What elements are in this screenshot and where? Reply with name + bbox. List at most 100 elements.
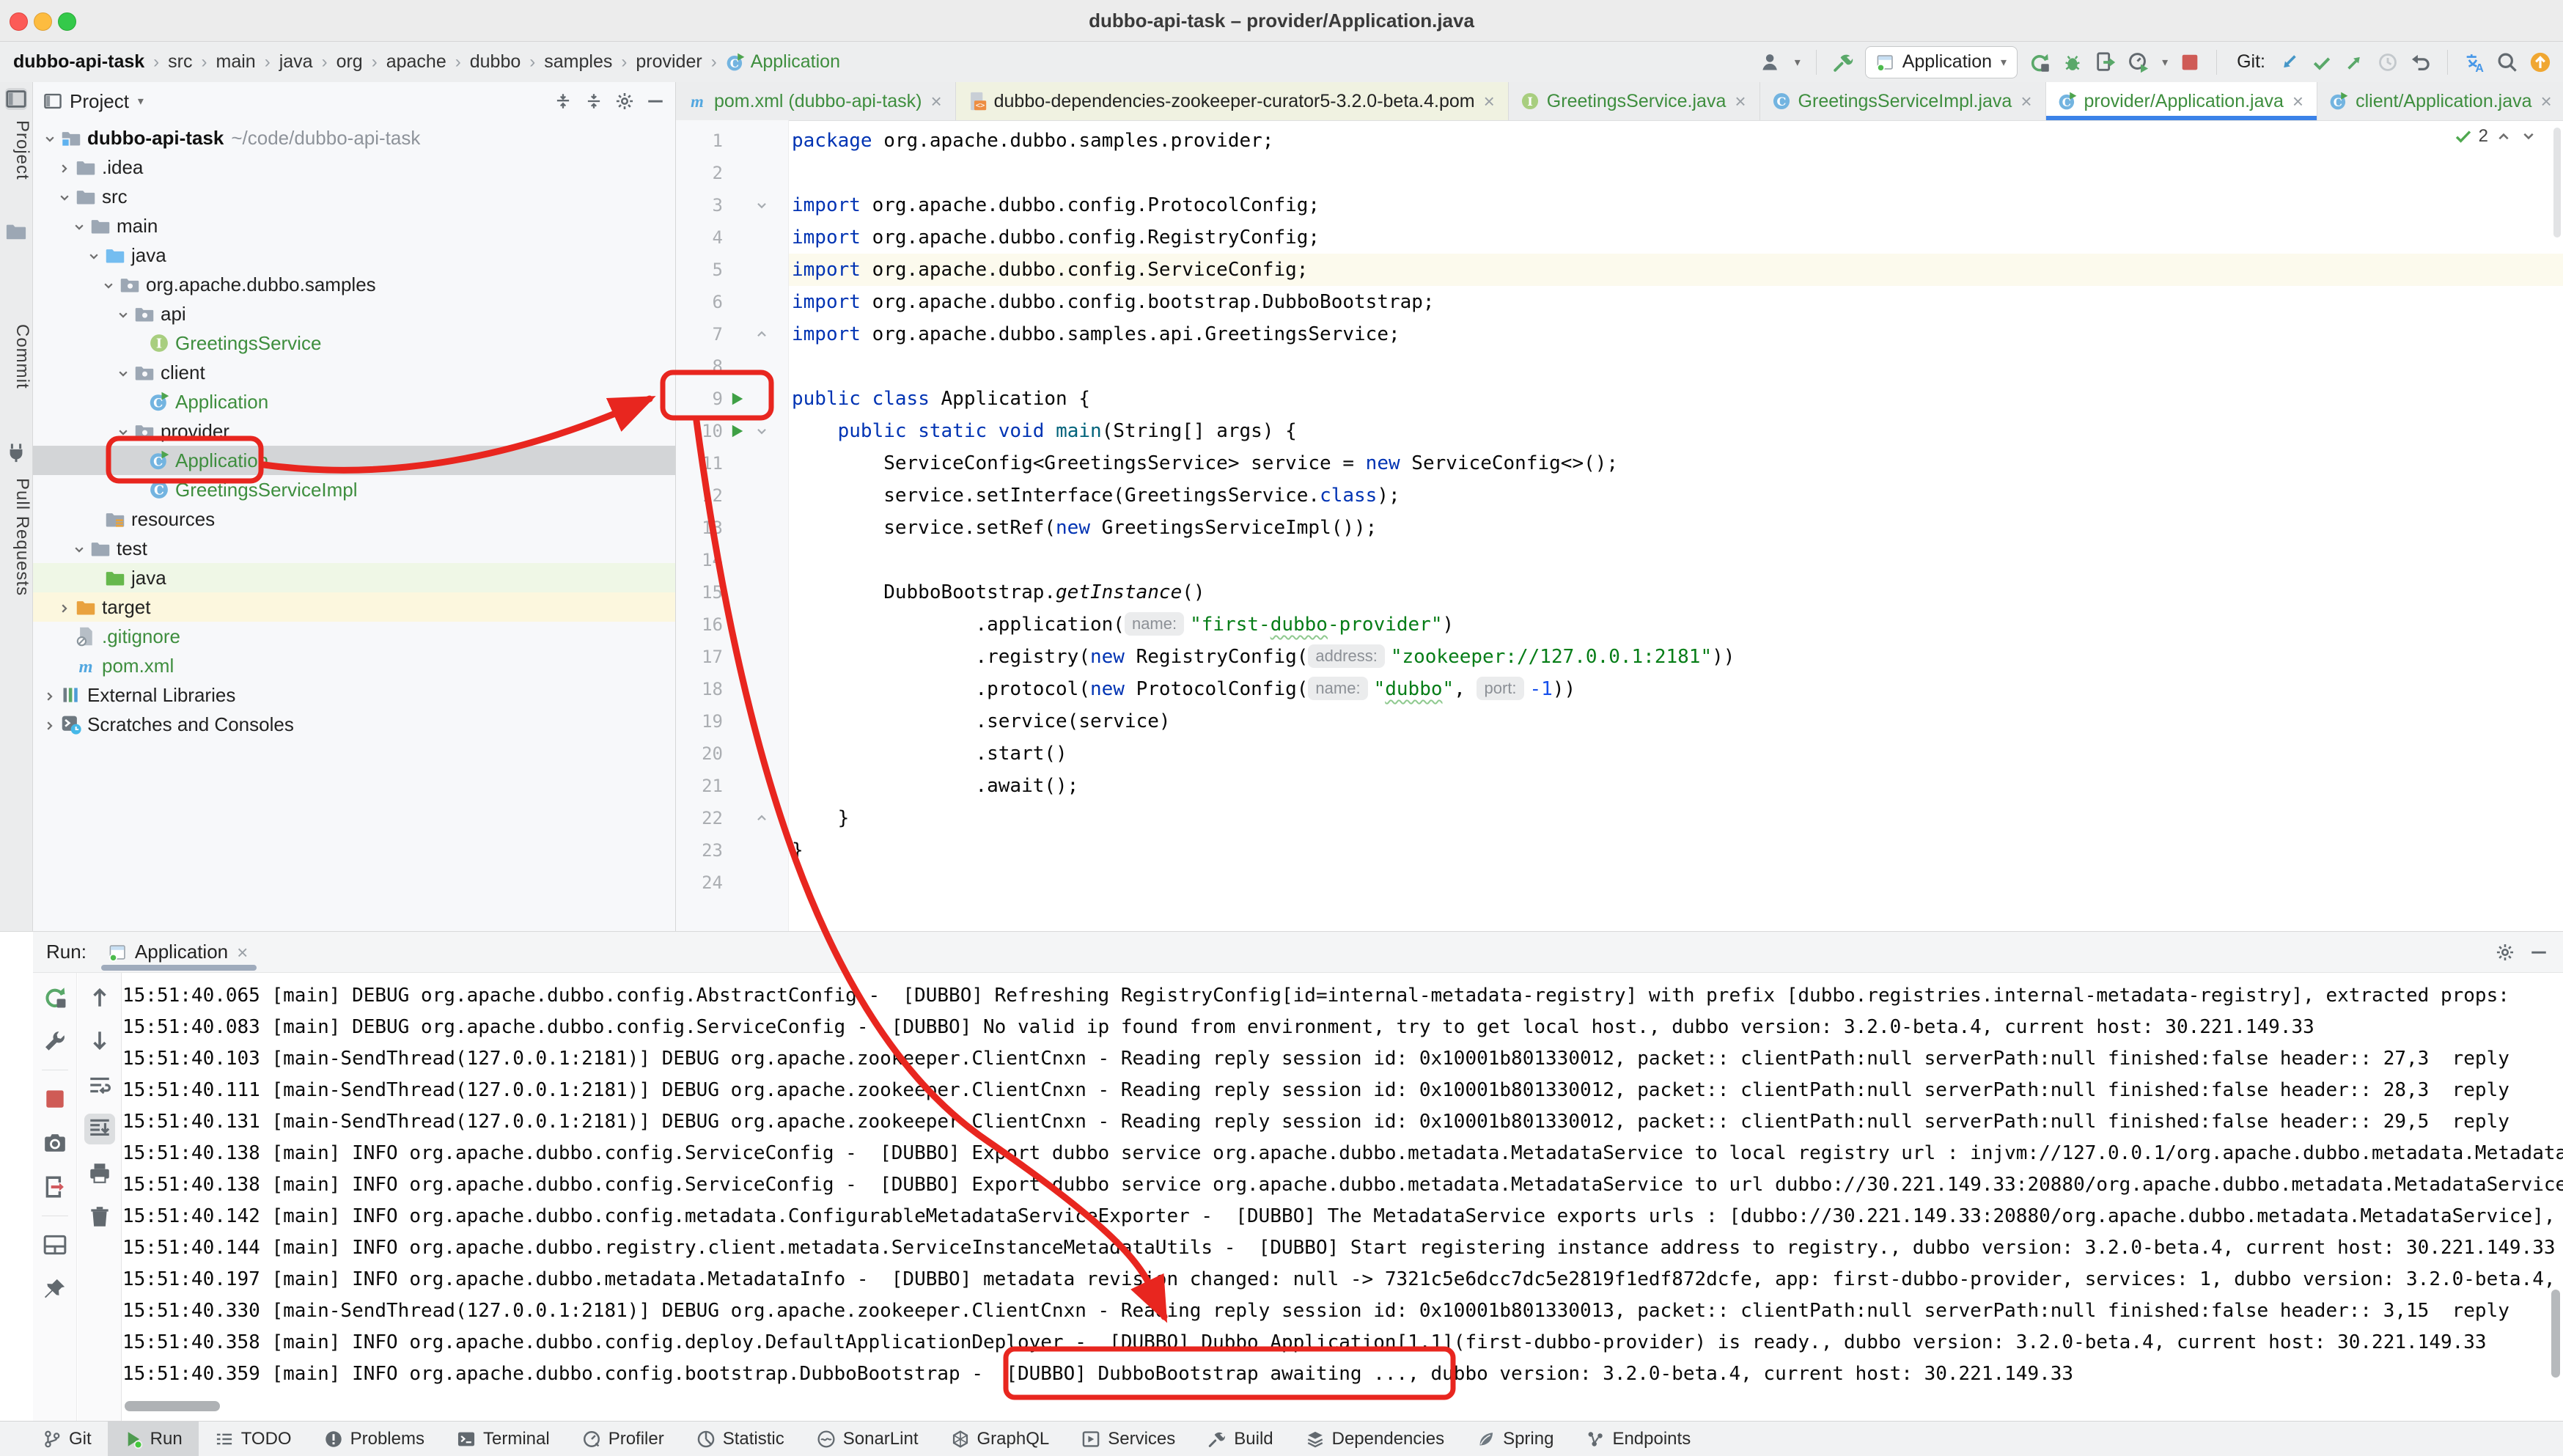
ide-update-icon[interactable] — [2529, 51, 2551, 73]
stop-icon[interactable] — [40, 1084, 70, 1114]
pin-icon[interactable] — [40, 1273, 70, 1304]
commit-icon[interactable] — [2311, 51, 2333, 73]
breadcrumb-segment[interactable]: src — [168, 51, 192, 73]
tree-item[interactable]: test — [33, 534, 675, 563]
next-problem-icon[interactable] — [2519, 127, 2538, 146]
tool-window-button-graphql[interactable]: GraphQL — [935, 1422, 1066, 1456]
tree-open-chevron-icon[interactable] — [115, 423, 134, 439]
tree-item[interactable]: External Libraries — [33, 680, 675, 710]
editor-tab[interactable]: <>dubbo-dependencies-zookeeper-curator5-… — [956, 82, 1509, 120]
tool-window-button-problems[interactable]: Problems — [308, 1422, 441, 1456]
tree-item[interactable]: CApplication — [33, 446, 675, 475]
run-console-output[interactable]: 15:51:40.065 [main] DEBUG org.apache.dub… — [122, 980, 2563, 1422]
prev-problem-icon[interactable] — [2494, 127, 2513, 146]
tree-item[interactable]: java — [33, 240, 675, 270]
tool-window-button-terminal[interactable]: Terminal — [441, 1422, 566, 1456]
run-with-coverage-icon[interactable] — [2095, 51, 2117, 73]
project-tool-icon[interactable] — [5, 88, 27, 110]
run-config-select[interactable]: Application ▾ — [1865, 46, 2018, 78]
tool-window-button-run[interactable]: Run — [108, 1422, 199, 1456]
console-horizontal-scrollbar[interactable] — [125, 1401, 220, 1411]
run-tab-close-icon[interactable]: × — [235, 943, 249, 962]
push-icon[interactable] — [2344, 51, 2366, 73]
tree-item[interactable]: main — [33, 211, 675, 240]
project-tree[interactable]: dubbo-api-task~/code/dubbo-api-task.idea… — [33, 123, 675, 931]
inspections-widget[interactable]: 2 — [2454, 126, 2538, 147]
tree-open-chevron-icon[interactable] — [71, 218, 90, 234]
tree-item[interactable]: org.apache.dubbo.samples — [33, 270, 675, 299]
tree-closed-chevron-icon[interactable] — [56, 159, 76, 175]
project-panel-title[interactable]: Project — [70, 90, 129, 113]
tab-close-icon[interactable]: × — [1482, 92, 1496, 111]
tool-window-button-build[interactable]: Build — [1191, 1422, 1289, 1456]
stripe-label-commit[interactable]: Commit — [0, 324, 32, 389]
tree-closed-chevron-icon[interactable] — [42, 687, 61, 703]
tree-item[interactable]: resources — [33, 504, 675, 534]
tool-window-button-todo[interactable]: TODO — [199, 1422, 308, 1456]
layout-icon[interactable] — [40, 1229, 70, 1260]
stripe-label-project[interactable]: Project — [0, 120, 32, 180]
tree-open-chevron-icon[interactable] — [86, 247, 105, 263]
project-view-caret-icon[interactable]: ▾ — [138, 94, 144, 109]
expand-all-icon[interactable] — [554, 92, 573, 111]
soft-wrap-icon[interactable] — [84, 1070, 115, 1100]
breadcrumb-segment[interactable]: dubbo-api-task — [13, 51, 144, 73]
tool-window-button-profiler[interactable]: Profiler — [566, 1422, 680, 1456]
tab-close-icon[interactable]: × — [2540, 92, 2553, 111]
commit-tool-icon[interactable] — [5, 220, 27, 242]
tree-open-chevron-icon[interactable] — [115, 306, 134, 322]
print-icon[interactable] — [84, 1158, 115, 1188]
tool-window-button-dependencies[interactable]: Dependencies — [1290, 1422, 1460, 1456]
editor-tab[interactable]: IGreetingsService.java× — [1509, 82, 1760, 120]
user-menu-icon[interactable] — [1760, 51, 1782, 73]
breadcrumb-segment[interactable]: apache — [386, 51, 446, 73]
tree-item[interactable]: CGreetingsServiceImpl — [33, 475, 675, 504]
run-panel-hide-icon[interactable] — [2529, 943, 2548, 962]
run-panel-gear-icon[interactable] — [2496, 943, 2515, 962]
tree-open-chevron-icon[interactable] — [71, 540, 90, 556]
search-everywhere-icon[interactable] — [2496, 51, 2518, 73]
debug-icon[interactable] — [2062, 51, 2084, 73]
update-project-icon[interactable] — [2278, 51, 2300, 73]
build-project-icon[interactable] — [1832, 51, 1854, 73]
breadcrumb-active-class[interactable]: Application — [751, 51, 840, 73]
tool-window-button-sonarlint[interactable]: SonarLint — [801, 1422, 935, 1456]
hide-panel-icon[interactable] — [646, 92, 665, 111]
collapse-all-icon[interactable] — [584, 92, 603, 111]
tool-window-button-spring[interactable]: Spring — [1460, 1422, 1570, 1456]
pull-requests-tool-icon[interactable] — [5, 441, 27, 463]
editor-tab[interactable]: mpom.xml (dubbo-api-task)× — [676, 82, 956, 120]
fold-marker-icon[interactable] — [751, 812, 773, 825]
breadcrumb-segment[interactable]: provider — [636, 51, 702, 73]
rerun-icon[interactable] — [40, 982, 70, 1012]
tool-window-button-git[interactable]: Git — [26, 1422, 108, 1456]
tab-close-icon[interactable]: × — [929, 92, 943, 111]
translate-icon[interactable]: A — [2463, 51, 2485, 73]
down-icon[interactable] — [84, 1026, 115, 1056]
run-line-icon[interactable] — [723, 423, 751, 439]
wrench-icon[interactable] — [40, 1026, 70, 1056]
tree-item[interactable]: .idea — [33, 152, 675, 182]
editor-tab[interactable]: Cprovider/Application.java× — [2046, 82, 2318, 120]
scroll-to-end-icon[interactable] — [84, 1114, 115, 1144]
tab-close-icon[interactable]: × — [2019, 92, 2033, 111]
tree-item[interactable]: IGreetingsService — [33, 328, 675, 358]
run-tab[interactable]: Application × — [97, 932, 261, 972]
camera-icon[interactable] — [40, 1128, 70, 1158]
up-icon[interactable] — [84, 982, 115, 1012]
tree-item[interactable]: api — [33, 299, 675, 328]
tool-window-button-statistic[interactable]: Statistic — [680, 1422, 801, 1456]
breadcrumb-segment[interactable]: main — [216, 51, 256, 73]
tree-item[interactable]: src — [33, 182, 675, 211]
tree-item[interactable]: mpom.xml — [33, 651, 675, 680]
profiler-icon[interactable] — [2128, 51, 2150, 73]
tool-window-button-endpoints[interactable]: Endpoints — [1570, 1422, 1707, 1456]
stop-icon[interactable] — [2179, 51, 2201, 73]
run-button-icon[interactable] — [2029, 51, 2051, 73]
breadcrumb-segment[interactable]: org — [337, 51, 363, 73]
breadcrumb-segment[interactable]: java — [279, 51, 313, 73]
editor-scrollbar[interactable] — [2553, 128, 2561, 238]
fold-marker-icon[interactable] — [751, 199, 773, 212]
editor-code[interactable]: package org.apache.dubbo.samples.provide… — [792, 125, 2563, 931]
rollback-icon[interactable] — [2410, 51, 2432, 73]
